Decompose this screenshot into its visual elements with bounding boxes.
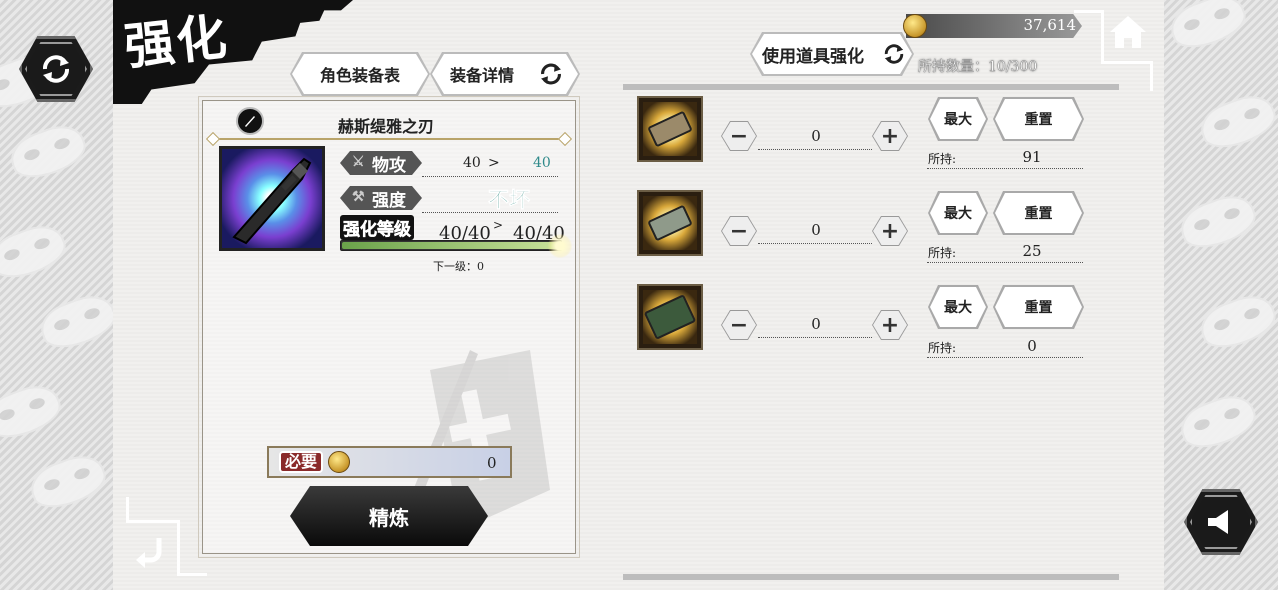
background-mask-decoration (4, 118, 92, 186)
dagger-type-icon (236, 107, 264, 135)
max-button-label: 最大 (944, 112, 972, 128)
back-button-frame (126, 520, 180, 523)
divider (212, 138, 566, 140)
reset-button[interactable]: 重置 (995, 193, 1082, 233)
background-mask-decoration (24, 448, 112, 516)
attack-current: 40 (463, 155, 481, 171)
tab-equipment-table-label: 角色装备表 (319, 66, 400, 85)
whetstone-item-icon[interactable] (637, 190, 703, 256)
held-label: 所持: (928, 341, 957, 355)
tab-equipment-detail[interactable]: 装备详情 (432, 54, 578, 94)
durability-label-badge: ⚒ 强度 (340, 186, 422, 210)
quantity-value: 0 (811, 221, 821, 239)
reset-button[interactable]: 重置 (995, 99, 1082, 139)
refine-button-label: 精炼 (369, 505, 409, 530)
enhance-level-label: 强化等级 (340, 215, 414, 240)
use-items-enhance-header: 使用道具强化 (752, 34, 912, 74)
reset-button-label: 重置 (1024, 300, 1053, 316)
anvil-icon: ⚒ (352, 189, 365, 205)
level-arrow: > (493, 218, 504, 232)
tab-equipment-detail-label: 装备详情 (450, 66, 515, 85)
max-button[interactable]: 最大 (930, 193, 986, 233)
max-button-label: 最大 (944, 300, 972, 316)
refine-button[interactable]: 精炼 (290, 486, 488, 546)
gold-coin-icon (903, 14, 927, 38)
max-button-label: 最大 (944, 206, 972, 222)
glow-spark (548, 234, 572, 258)
panel-bottom-border (623, 574, 1119, 580)
page-title: 强化 (121, 6, 232, 77)
sword-icon: ⚔ (352, 154, 365, 170)
required-label: 必要 (279, 451, 324, 473)
background-mask-decoration (1174, 188, 1262, 256)
max-button[interactable]: 最大 (930, 99, 986, 139)
background-mask-decoration (0, 218, 72, 286)
return-arrow-icon (136, 538, 162, 568)
attack-next: 40 (533, 155, 551, 171)
background-mask-decoration (1174, 388, 1262, 456)
held-label: 所持: (928, 152, 957, 166)
reset-button[interactable]: 重置 (995, 287, 1082, 327)
attack-label: 物攻 (372, 155, 406, 176)
home-button-frame (1101, 61, 1153, 64)
home-icon (1110, 16, 1146, 48)
use-items-enhance-title: 使用道具强化 (762, 46, 864, 67)
back-button-frame (177, 573, 207, 576)
background-mask-decoration (0, 378, 67, 446)
attack-label-badge: ⚔ 物攻 (340, 151, 422, 175)
required-amount: 0 (487, 454, 497, 472)
quantity-value: 0 (811, 315, 821, 333)
background-mask-decoration (1194, 288, 1278, 356)
voice-button[interactable] (1184, 489, 1258, 555)
home-button-frame (1150, 61, 1153, 91)
reset-button-label: 重置 (1024, 112, 1053, 128)
whetstone-item-icon[interactable] (637, 284, 703, 350)
weapon-image (219, 146, 325, 251)
quantity-value: 0 (811, 127, 821, 145)
level-progress-fill (342, 242, 560, 249)
background-mask-decoration (1194, 88, 1278, 156)
background-mask-decoration (1164, 0, 1252, 56)
cycle-arrows-icon (538, 62, 564, 86)
gold-coin-icon (328, 451, 350, 473)
cycle-arrows-icon (43, 55, 69, 83)
background-mask-decoration (34, 288, 122, 356)
currency-amount: 37,614 (1023, 16, 1077, 34)
home-button-frame (1074, 10, 1104, 13)
cycle-arrows-icon (882, 43, 906, 65)
held-count-text: 所持数量：10/300 (918, 59, 1038, 75)
reset-button-label: 重置 (1024, 206, 1053, 222)
held-value: 25 (1022, 242, 1042, 260)
home-button[interactable] (1106, 12, 1150, 54)
held-label: 所持: (928, 246, 957, 260)
panel-top-border (623, 84, 1119, 90)
durability-value: 不坏 (488, 187, 531, 213)
weapon-name: 赫斯缇雅之刃 (338, 117, 435, 136)
attack-arrow: > (488, 155, 500, 171)
home-button-frame (1101, 10, 1104, 64)
durability-label: 强度 (372, 190, 406, 211)
whetstone-item-icon[interactable] (637, 96, 703, 162)
tab-equipment-table[interactable]: 角色装备表 (292, 54, 428, 94)
held-value: 91 (1022, 148, 1042, 166)
max-button[interactable]: 最大 (930, 287, 986, 327)
level-progress-bar (340, 240, 562, 251)
next-level-text: 下一级：0 (433, 260, 484, 273)
back-button-frame (177, 520, 180, 576)
held-value: 0 (1027, 337, 1037, 355)
back-button[interactable] (133, 530, 173, 570)
speaker-icon (1208, 510, 1228, 534)
